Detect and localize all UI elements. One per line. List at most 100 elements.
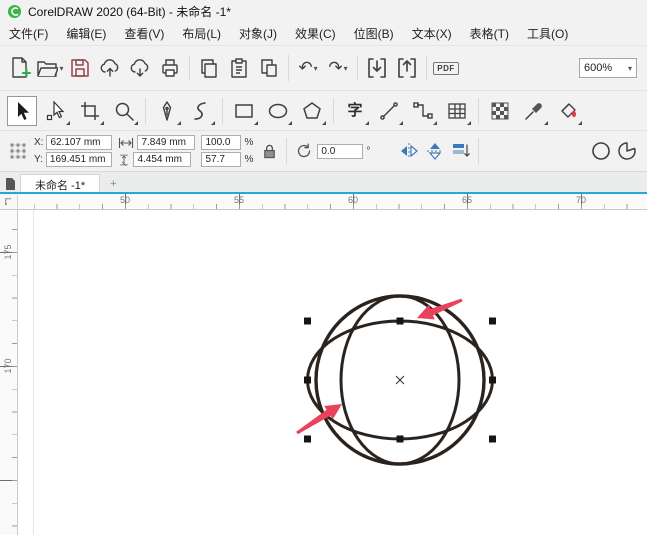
crop-tool[interactable]: [75, 96, 105, 126]
menu-bitmaps[interactable]: 位图(B): [345, 23, 403, 45]
toolbox: 字: [0, 91, 647, 131]
selection-handle[interactable]: [489, 435, 496, 443]
horizontal-ruler[interactable]: 50 55 60 65 70: [18, 194, 647, 210]
ellipse-tool[interactable]: [263, 96, 293, 126]
toolbar-separator: [426, 55, 427, 81]
save-icon: [71, 59, 89, 77]
pick-tool-icon: [18, 101, 29, 120]
toolbox-separator: [145, 97, 146, 124]
selection-handle[interactable]: [489, 317, 496, 325]
hruler-tick-label: 65: [461, 195, 473, 205]
document-tab-active[interactable]: 未命名 -1*: [20, 174, 101, 194]
object-height-icon: [120, 154, 129, 166]
pick-tool[interactable]: [7, 95, 37, 126]
arrange-order-button[interactable]: [449, 138, 473, 164]
object-width-input[interactable]: [137, 135, 196, 150]
undo-dropdown-icon[interactable]: ▾: [314, 64, 318, 73]
menu-effects[interactable]: 效果(C): [286, 23, 345, 45]
pie-mode-button[interactable]: [615, 138, 639, 164]
freehand-tool[interactable]: [186, 96, 216, 126]
publish-pdf-button[interactable]: PDF: [431, 51, 461, 85]
scale-horizontal-input[interactable]: [201, 135, 242, 150]
text-tool[interactable]: 字: [340, 96, 370, 126]
hruler-tick-label: 60: [347, 195, 359, 205]
lock-icon: [264, 144, 275, 159]
menu-edit[interactable]: 编辑(E): [57, 23, 115, 45]
redo-icon: ↷: [328, 57, 343, 78]
dimension-tool[interactable]: [374, 96, 404, 126]
zoom-dropdown-icon: ▾: [627, 63, 632, 73]
rectangle-tool[interactable]: [229, 96, 259, 126]
undo-button[interactable]: ↶ ▾: [293, 51, 323, 85]
table-tool[interactable]: [442, 96, 472, 126]
selection-handle[interactable]: [304, 435, 311, 443]
object-origin-selector[interactable]: [6, 138, 30, 164]
shape-tool-icon: [46, 99, 65, 120]
export-button[interactable]: [392, 51, 422, 85]
cloud-download-icon: [130, 59, 149, 77]
mirror-vertical-button[interactable]: [423, 138, 447, 164]
welcome-screen-button[interactable]: [0, 174, 20, 194]
drawing-canvas[interactable]: [18, 210, 647, 535]
duplicate-button[interactable]: [254, 51, 284, 85]
redo-button[interactable]: ↷ ▾: [323, 51, 353, 85]
paste-button[interactable]: [224, 51, 254, 85]
transparency-checker-icon: [491, 102, 509, 119]
zoom-tool-icon: [115, 102, 134, 121]
selection-handle[interactable]: [396, 435, 404, 443]
toolbar-separator: [189, 55, 190, 81]
vertical-ruler[interactable]: 175 170: [0, 210, 18, 535]
lock-ratio-button[interactable]: [257, 138, 281, 164]
new-document-tab-button[interactable]: +: [100, 174, 126, 194]
print-button[interactable]: [155, 51, 185, 85]
artistic-media-tool[interactable]: [152, 96, 182, 126]
interactive-fill-tool[interactable]: [553, 96, 583, 126]
selection-handle[interactable]: [396, 317, 404, 325]
open-button[interactable]: ▾: [35, 51, 65, 85]
menu-table[interactable]: 表格(T): [461, 23, 518, 45]
menu-text[interactable]: 文本(X): [403, 23, 461, 45]
transparency-tool[interactable]: [485, 96, 515, 126]
new-document-button[interactable]: [5, 51, 35, 85]
scale-vertical-input[interactable]: [201, 152, 242, 167]
menu-tools[interactable]: 工具(O): [518, 23, 577, 45]
hruler-tick-label: 50: [119, 195, 131, 205]
document-tabbar: 未命名 -1* +: [0, 172, 647, 194]
mirror-horizontal-button[interactable]: [397, 138, 421, 164]
connector-tool[interactable]: [408, 96, 438, 126]
selection-handle[interactable]: [489, 376, 496, 384]
ruler-origin-button[interactable]: [0, 194, 18, 210]
import-button[interactable]: [362, 51, 392, 85]
redo-dropdown-icon[interactable]: ▾: [344, 64, 348, 73]
cloud-open-button[interactable]: [125, 51, 155, 85]
scale-h-percent-label: %: [244, 137, 254, 148]
dimension-tool-icon: [380, 101, 398, 120]
shape-tool[interactable]: [41, 96, 71, 126]
save-button[interactable]: [65, 51, 95, 85]
copy-button[interactable]: [194, 51, 224, 85]
menu-file[interactable]: 文件(F): [0, 23, 57, 45]
zoom-level-combobox[interactable]: 600% ▾: [579, 58, 637, 78]
new-document-icon: [12, 57, 31, 78]
menu-layout[interactable]: 布局(L): [173, 23, 230, 45]
scale-v-percent-label: %: [244, 154, 254, 165]
zoom-tool[interactable]: [109, 96, 139, 126]
menu-view[interactable]: 查看(V): [115, 23, 173, 45]
selection-handle[interactable]: [304, 376, 311, 384]
menubar: 文件(F) 编辑(E) 查看(V) 布局(L) 对象(J) 效果(C) 位图(B…: [0, 23, 647, 46]
eyedropper-tool[interactable]: [519, 96, 549, 126]
polygon-tool-icon: [303, 101, 321, 119]
rotation-angle-input[interactable]: [317, 143, 364, 159]
object-height-input[interactable]: [133, 152, 192, 167]
x-position-input[interactable]: [46, 135, 113, 150]
open-folder-icon: [37, 61, 59, 77]
y-position-input[interactable]: [45, 152, 112, 167]
ellipse-mode-button[interactable]: [589, 138, 613, 164]
menu-object[interactable]: 对象(J): [230, 23, 286, 45]
open-dropdown-icon[interactable]: ▾: [59, 64, 63, 73]
standard-toolbar: ▾ ↶ ▾ ↷ ▾ PDF 600% ▾: [0, 46, 647, 91]
polygon-tool[interactable]: [297, 96, 327, 126]
selection-handle[interactable]: [304, 317, 311, 325]
cloud-upload-button[interactable]: [95, 51, 125, 85]
degree-label: °: [366, 145, 371, 157]
